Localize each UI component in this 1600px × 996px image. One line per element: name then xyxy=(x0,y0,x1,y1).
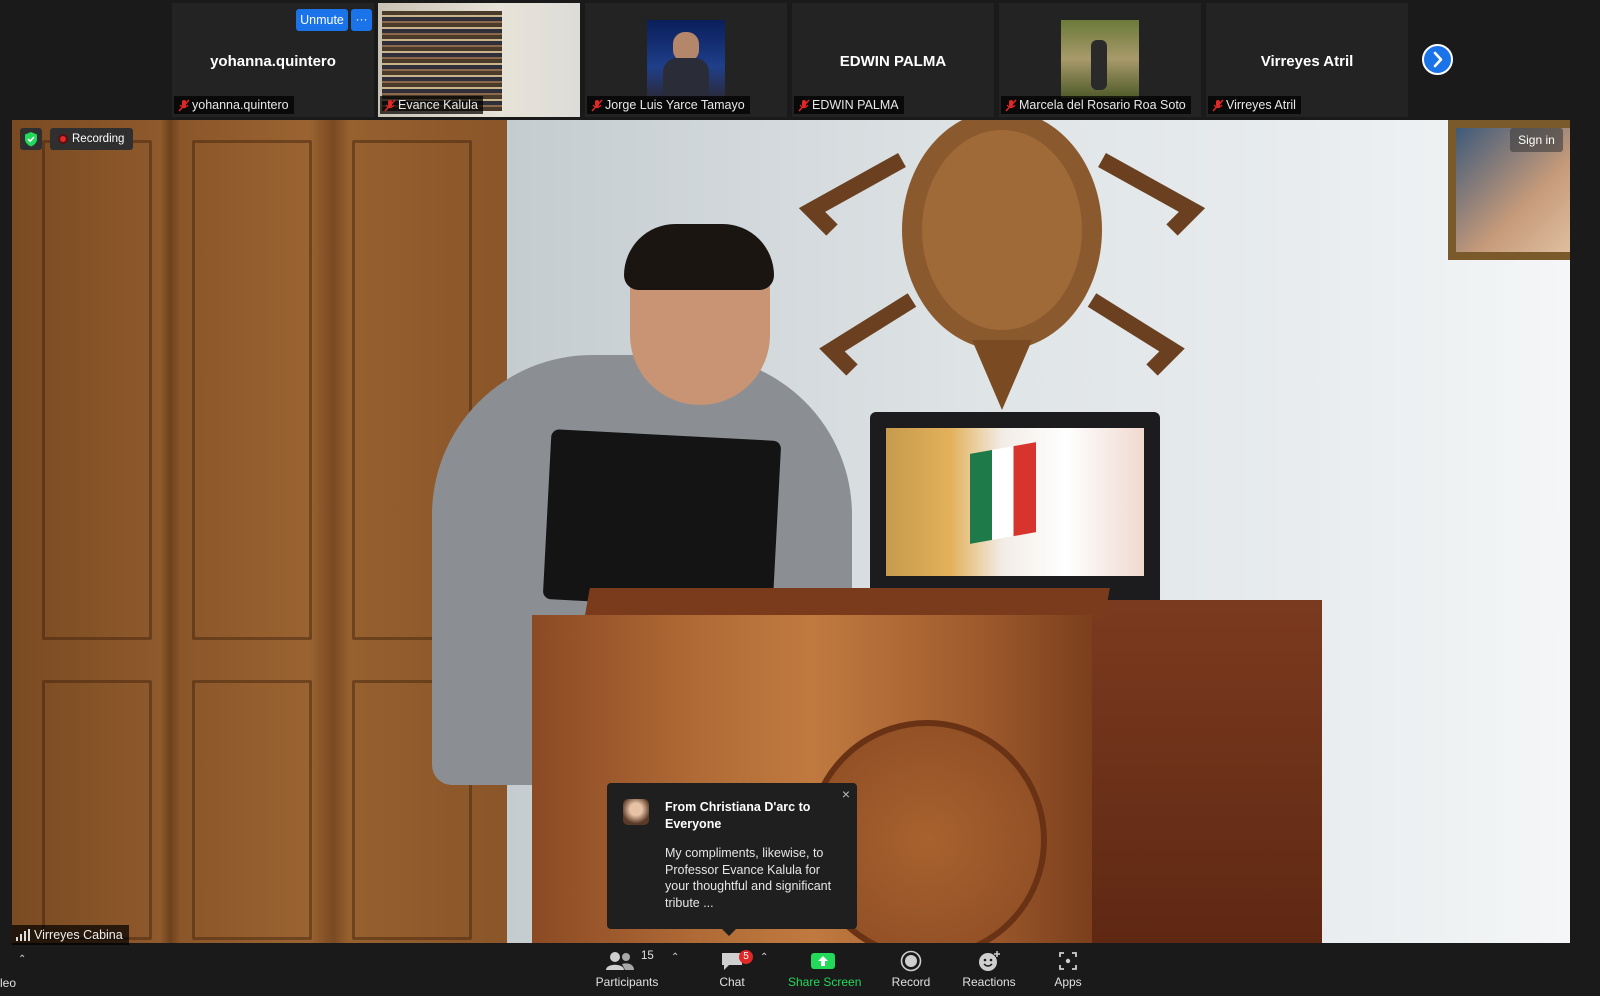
participants-count: 15 xyxy=(641,950,654,962)
caret-up-icon[interactable]: ⌃ xyxy=(18,954,26,965)
participant-video-thumb xyxy=(647,20,725,98)
participant-label-text: Marcela del Rosario Roa Soto xyxy=(1019,98,1186,112)
held-laptop xyxy=(542,429,782,611)
apps-icon xyxy=(1050,950,1086,972)
share-screen-button[interactable]: Share Screen xyxy=(788,950,862,989)
participant-label: Evance Kalula xyxy=(380,96,483,114)
participant-video-thumb xyxy=(1061,20,1139,98)
participants-icon: 15 xyxy=(597,950,657,972)
participant-label-text: yohanna.quintero xyxy=(192,98,289,112)
record-label: Record xyxy=(891,975,931,989)
next-page-button[interactable] xyxy=(1422,44,1453,75)
speaker-hair xyxy=(624,224,774,290)
share-screen-label: Share Screen xyxy=(788,975,862,989)
participant-name: Virreyes Atril xyxy=(1260,53,1354,70)
sign-in-button[interactable]: Sign in xyxy=(1510,128,1563,152)
zoom-meeting-window: yohanna.quintero yohanna.quintero Unmute… xyxy=(0,0,1600,996)
recording-dot-icon xyxy=(58,134,68,144)
reactions-label: Reactions xyxy=(962,975,1016,989)
active-speaker-name-label: Virreyes Cabina xyxy=(12,925,129,945)
participant-label: yohanna.quintero xyxy=(174,96,294,114)
participant-tile-virreyes-atril[interactable]: Virreyes Atril Virreyes Atril xyxy=(1206,3,1408,117)
background-laptop-screen xyxy=(886,428,1144,576)
participant-tile-evance[interactable]: Evance Kalula xyxy=(378,3,580,117)
participant-label: Virreyes Atril xyxy=(1208,96,1301,114)
participant-label: Jorge Luis Yarce Tamayo xyxy=(587,96,750,114)
mic-off-icon xyxy=(591,99,603,112)
participant-tile-jorge[interactable]: Jorge Luis Yarce Tamayo xyxy=(585,3,787,117)
participant-label: Marcela del Rosario Roa Soto xyxy=(1001,96,1191,114)
participant-name: yohanna.quintero xyxy=(210,53,336,70)
recording-indicator[interactable]: Recording xyxy=(50,128,134,150)
share-screen-icon xyxy=(788,950,858,972)
participants-button[interactable]: 15 Participants xyxy=(592,950,662,989)
participant-tile-yohanna[interactable]: yohanna.quintero yohanna.quintero Unmute… xyxy=(172,3,374,117)
mic-off-icon xyxy=(384,99,396,112)
participant-label-text: Virreyes Atril xyxy=(1226,98,1296,112)
chat-icon: 5 xyxy=(717,950,753,972)
more-options-button[interactable]: ··· xyxy=(351,9,372,31)
chat-notification-popup[interactable]: From Christiana D'arc to Everyone My com… xyxy=(607,783,857,936)
participant-filmstrip: yohanna.quintero yohanna.quintero Unmute… xyxy=(0,0,1600,120)
participant-label-text: Jorge Luis Yarce Tamayo xyxy=(605,98,745,112)
participant-tile-marcela[interactable]: Marcela del Rosario Roa Soto xyxy=(999,3,1201,117)
chevron-right-icon xyxy=(1433,51,1443,68)
apps-button[interactable]: Apps xyxy=(1050,950,1086,989)
close-icon[interactable]: × xyxy=(839,787,853,801)
video-label-partial: leo xyxy=(0,976,17,990)
participant-tile-edwin[interactable]: EDWIN PALMA EDWIN PALMA xyxy=(792,3,994,117)
chat-button[interactable]: 5 Chat xyxy=(712,950,753,989)
mic-off-icon xyxy=(798,99,810,112)
meeting-toolbar: ⌃ leo 15 Participants ⌃ 5 Chat ⌃ Share S… xyxy=(0,946,1600,996)
mic-off-icon xyxy=(1005,99,1017,112)
chat-sender: From Christiana D'arc to Everyone xyxy=(665,800,811,831)
participants-caret-icon[interactable]: ⌃ xyxy=(671,952,679,963)
record-icon xyxy=(886,950,936,972)
chat-message: My compliments, likewise, to Professor E… xyxy=(665,846,832,910)
mic-off-icon xyxy=(1212,99,1224,112)
reactions-icon xyxy=(961,950,1017,972)
chat-caret-icon[interactable]: ⌃ xyxy=(760,952,768,963)
participant-label-text: Evance Kalula xyxy=(398,98,478,112)
active-speaker-name: Virreyes Cabina xyxy=(34,928,123,942)
participant-name: EDWIN PALMA xyxy=(839,53,947,70)
mic-off-icon xyxy=(178,99,190,112)
apps-label: Apps xyxy=(1054,975,1082,989)
unmute-button[interactable]: Unmute xyxy=(296,9,348,31)
participants-label: Participants xyxy=(595,975,659,989)
chat-label: Chat xyxy=(719,975,745,989)
reactions-button[interactable]: Reactions xyxy=(961,950,1017,989)
sender-avatar xyxy=(623,799,649,825)
recording-label: Recording xyxy=(72,133,125,145)
chat-unread-badge: 5 xyxy=(739,950,753,964)
record-button[interactable]: Record xyxy=(886,950,936,989)
security-shield-icon[interactable] xyxy=(20,128,42,150)
signal-strength-icon xyxy=(16,929,30,941)
participant-label-text: EDWIN PALMA xyxy=(812,98,899,112)
participant-label: EDWIN PALMA xyxy=(794,96,904,114)
